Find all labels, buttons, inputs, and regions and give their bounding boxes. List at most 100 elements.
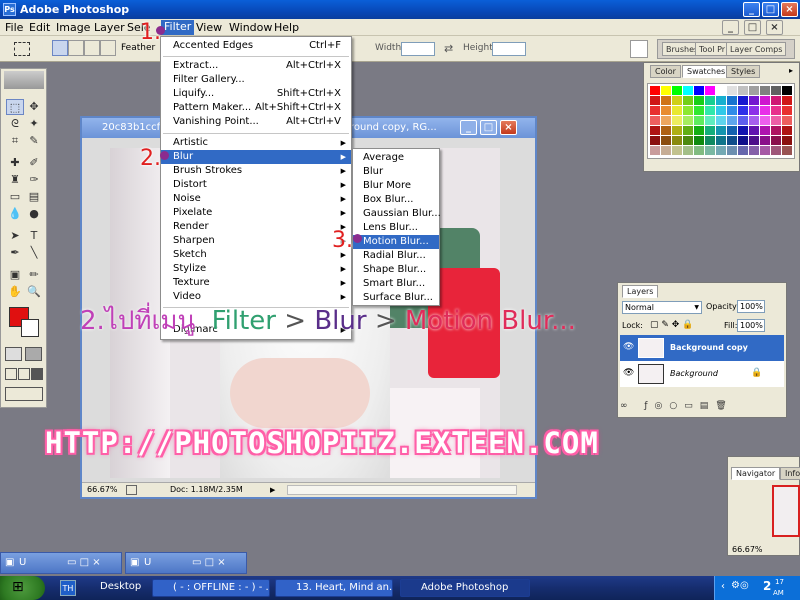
- swatch-cell[interactable]: [694, 146, 704, 155]
- swatch-cell[interactable]: [650, 136, 660, 145]
- dodge-tool-icon[interactable]: ●: [25, 206, 43, 222]
- swatch-cell[interactable]: [738, 116, 748, 125]
- swatch-cell[interactable]: [683, 136, 693, 145]
- swatch-cell[interactable]: [716, 126, 726, 135]
- eye-icon[interactable]: 👁: [623, 342, 634, 352]
- screen-mode-standard-icon[interactable]: [5, 368, 17, 380]
- horizontal-scrollbar[interactable]: [287, 485, 517, 495]
- filter-menu-noise[interactable]: Noise ▶: [161, 192, 351, 206]
- swatch-cell[interactable]: [705, 86, 715, 95]
- swatch-cell[interactable]: [672, 116, 682, 125]
- filter-menu-artistic[interactable]: Artistic ▶: [161, 136, 351, 150]
- blur-gaussian-blur[interactable]: Gaussian Blur...: [353, 207, 441, 221]
- swatch-cell[interactable]: [672, 96, 682, 105]
- swatch-cell[interactable]: [738, 96, 748, 105]
- type-tool-icon[interactable]: T: [25, 228, 43, 244]
- gradient-tool-icon[interactable]: ▤: [25, 189, 43, 205]
- swatch-cell[interactable]: [782, 136, 792, 145]
- filter-menu-render[interactable]: Render ▶: [161, 220, 351, 234]
- healing-brush-tool-icon[interactable]: ✚: [6, 155, 24, 171]
- tab-swatches[interactable]: Swatches: [682, 65, 731, 78]
- layer-row-background[interactable]: 👁 Background 🔒: [620, 361, 784, 387]
- palette-tab-tool-presets[interactable]: Tool Pr: [695, 42, 730, 56]
- eye-icon[interactable]: 👁: [623, 368, 634, 378]
- history-brush-tool-icon[interactable]: ✑: [25, 172, 43, 188]
- crop-tool-icon[interactable]: ⌗: [6, 133, 24, 149]
- maximize-button[interactable]: □: [762, 2, 779, 17]
- swatch-cell[interactable]: [782, 116, 792, 125]
- intersect-selection-icon[interactable]: [100, 40, 116, 56]
- blend-mode-select[interactable]: Normal ▼: [622, 301, 702, 314]
- swatch-grid[interactable]: [647, 83, 795, 159]
- new-selection-icon[interactable]: [52, 40, 68, 56]
- swatch-cell[interactable]: [727, 126, 737, 135]
- taskbar-firefox[interactable]: ( - : OFFLINE : - ) - ...: [152, 579, 270, 597]
- line-tool-icon[interactable]: ╲: [25, 245, 43, 261]
- background-color-swatch[interactable]: [21, 319, 39, 337]
- subtract-selection-icon[interactable]: [84, 40, 100, 56]
- opacity-field[interactable]: 100%: [737, 300, 765, 313]
- blur-average[interactable]: Average: [353, 151, 439, 165]
- swatch-cell[interactable]: [760, 106, 770, 115]
- swatch-cell[interactable]: [771, 116, 781, 125]
- swatch-cell[interactable]: [771, 96, 781, 105]
- minimize-button[interactable]: _: [743, 2, 760, 17]
- swatch-cell[interactable]: [694, 116, 704, 125]
- status-menu-icon[interactable]: [126, 485, 137, 495]
- menu-file[interactable]: File: [5, 21, 23, 34]
- path-selection-tool-icon[interactable]: ➤: [6, 228, 24, 244]
- swatch-cell[interactable]: [694, 136, 704, 145]
- doc-restore-button[interactable]: □: [744, 20, 761, 35]
- menu-filter[interactable]: Filter: [161, 20, 195, 35]
- marquee-options-icon[interactable]: [14, 42, 30, 56]
- swatch-cell[interactable]: [716, 116, 726, 125]
- filter-menu-accented-edges[interactable]: Accented Edges Ctrl+F: [161, 39, 351, 53]
- swatch-cell[interactable]: [727, 96, 737, 105]
- swatch-cell[interactable]: [650, 116, 660, 125]
- taskbar-desktop[interactable]: Desktop: [80, 579, 150, 597]
- hand-tool-icon[interactable]: ✋: [6, 284, 24, 300]
- language-indicator[interactable]: TH: [60, 580, 76, 596]
- tray-icons[interactable]: ⚙◎: [731, 580, 749, 591]
- filter-menu-vanishing-point[interactable]: Vanishing Point... Alt+Ctrl+V: [161, 115, 351, 129]
- swatch-cell[interactable]: [705, 96, 715, 105]
- filter-menu-sharpen[interactable]: Sharpen ▶: [161, 234, 351, 248]
- swatch-cell[interactable]: [716, 96, 726, 105]
- swatch-cell[interactable]: [716, 86, 726, 95]
- doc-window-close-button[interactable]: ×: [500, 120, 517, 135]
- layer-row-background-copy[interactable]: 👁 Background copy: [620, 335, 784, 361]
- zoom-tool-icon[interactable]: 🔍: [25, 284, 43, 300]
- swatch-cell[interactable]: [782, 126, 792, 135]
- start-button[interactable]: ⊞: [0, 576, 45, 600]
- magic-wand-tool-icon[interactable]: ✦: [25, 116, 43, 132]
- menu-window[interactable]: Window: [229, 21, 272, 34]
- swatch-cell[interactable]: [782, 96, 792, 105]
- swatch-cell[interactable]: [705, 136, 715, 145]
- tab-navigator[interactable]: Navigator: [731, 467, 781, 480]
- swatch-cell[interactable]: [738, 126, 748, 135]
- menu-layer[interactable]: Layer: [94, 21, 125, 34]
- menu-view[interactable]: View: [196, 21, 222, 34]
- swatch-cell[interactable]: [650, 106, 660, 115]
- swatch-cell[interactable]: [672, 126, 682, 135]
- palette-tab-layer-comps[interactable]: Layer Comps: [726, 42, 787, 56]
- swatch-cell[interactable]: [661, 146, 671, 155]
- filter-menu-blur[interactable]: Blur ▶: [161, 150, 351, 164]
- swatch-cell[interactable]: [727, 106, 737, 115]
- eraser-tool-icon[interactable]: ▭: [6, 189, 24, 205]
- doc-window-maximize-button[interactable]: □: [480, 120, 497, 135]
- filter-menu-texture[interactable]: Texture ▶: [161, 276, 351, 290]
- swatch-cell[interactable]: [727, 136, 737, 145]
- filter-menu-stylize[interactable]: Stylize ▶: [161, 262, 351, 276]
- swatch-cell[interactable]: [694, 96, 704, 105]
- layer-actions-bar[interactable]: ∞ ƒ◎○▭▤🗑: [620, 401, 784, 415]
- zoom-level[interactable]: 66.67%: [87, 483, 118, 497]
- swatch-cell[interactable]: [727, 86, 737, 95]
- swap-icon[interactable]: ⇄: [444, 42, 453, 55]
- swatch-cell[interactable]: [683, 116, 693, 125]
- status-arrow-icon[interactable]: ▶: [270, 483, 275, 497]
- swatch-cell[interactable]: [650, 126, 660, 135]
- blur-shape-blur[interactable]: Shape Blur...: [353, 263, 439, 277]
- filter-menu-brush-strokes[interactable]: Brush Strokes ▶: [161, 164, 351, 178]
- swatch-cell[interactable]: [661, 116, 671, 125]
